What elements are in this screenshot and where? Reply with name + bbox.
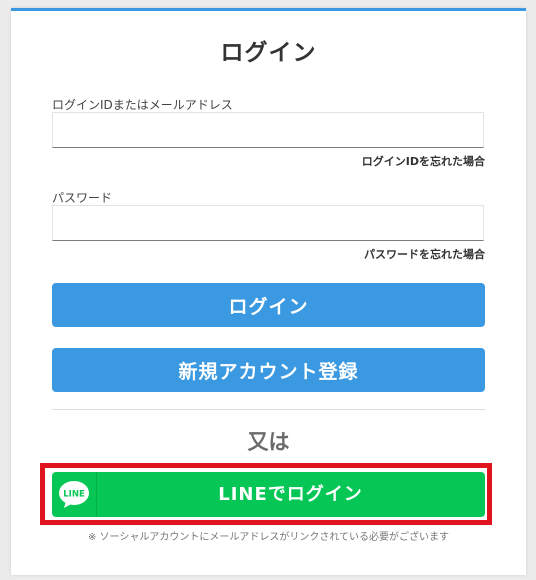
line-login-button-label: LINEでログイン bbox=[218, 484, 363, 505]
line-icon: LINE bbox=[52, 472, 97, 517]
login-button[interactable]: ログイン bbox=[52, 283, 485, 327]
password-input[interactable] bbox=[52, 205, 484, 241]
line-icon-text: LINE bbox=[63, 490, 85, 500]
divider bbox=[52, 409, 485, 410]
forgot-login-id-link[interactable]: ログインIDを忘れた場合 bbox=[362, 153, 485, 169]
line-login-button[interactable]: LINE LINEでログイン bbox=[52, 472, 485, 517]
register-account-button[interactable]: 新規アカウント登録 bbox=[52, 348, 485, 392]
login-card: ログイン ログインIDまたはメールアドレス ログインIDを忘れた場合 パスワード… bbox=[11, 8, 526, 575]
or-separator-text: 又は bbox=[247, 430, 290, 454]
forgot-password-link[interactable]: パスワードを忘れた場合 bbox=[364, 246, 485, 262]
login-id-input[interactable] bbox=[52, 112, 484, 148]
social-account-note: ※ ソーシャルアカウントにメールアドレスがリンクされている必要がございます bbox=[87, 532, 450, 543]
password-label: パスワード bbox=[52, 191, 113, 205]
login-id-label: ログインIDまたはメールアドレス bbox=[52, 98, 233, 112]
page-title: ログイン bbox=[220, 40, 317, 66]
